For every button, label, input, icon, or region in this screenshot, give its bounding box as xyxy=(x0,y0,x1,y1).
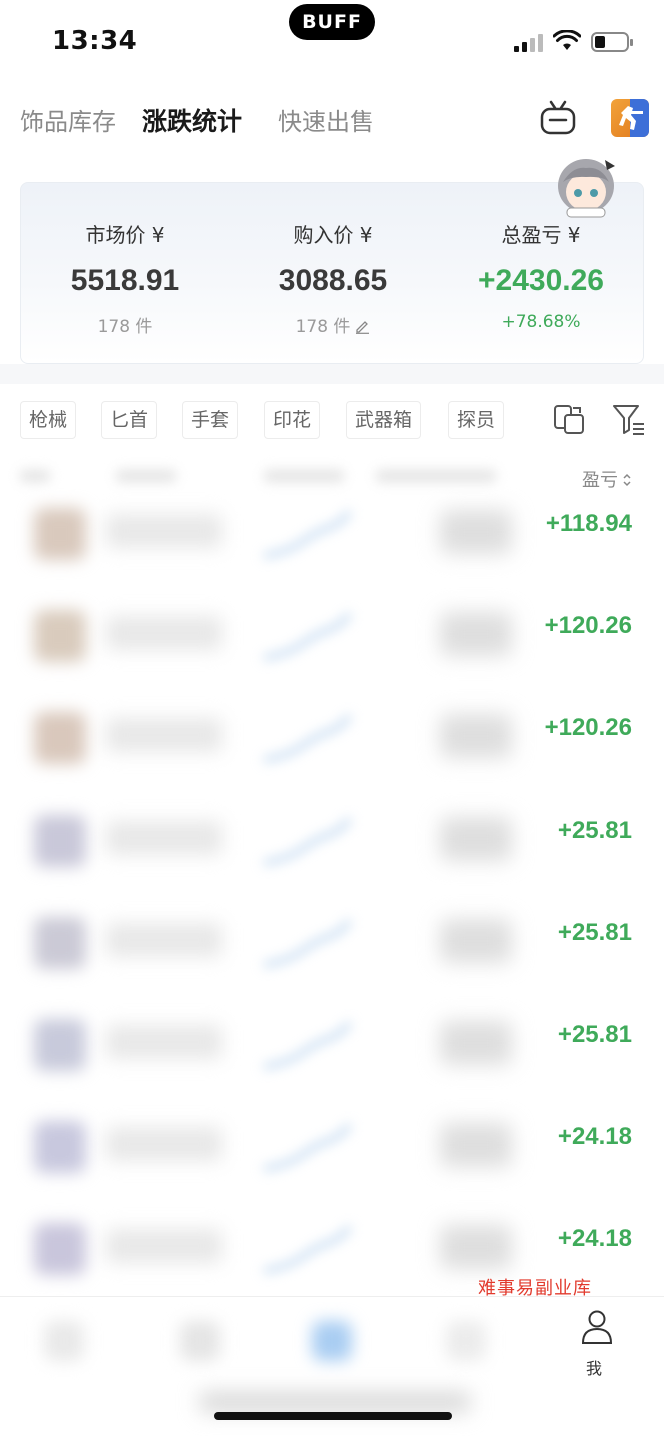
item-price-blurred xyxy=(440,612,512,656)
item-name-blurred xyxy=(106,923,222,957)
purchase-count-wrap[interactable]: 178 件 xyxy=(229,312,437,337)
purchase-price-label: 购入价 ¥ xyxy=(293,223,373,247)
status-time: 13:34 xyxy=(52,26,138,56)
summary-market: 市场价 ¥ 5518.91 178 件 xyxy=(21,219,229,337)
summary-card: 市场价 ¥ 5518.91 178 件 购入价 ¥ 3088.65 178 件 … xyxy=(20,182,644,364)
list-item[interactable]: +118.94 xyxy=(0,486,664,588)
item-thumbnail xyxy=(34,1223,86,1275)
filter-chip-agents[interactable]: 探员 xyxy=(448,401,505,439)
item-thumbnail xyxy=(34,712,86,764)
summary-profit: 总盈亏 ¥ +2430.26 +78.68% xyxy=(437,219,645,332)
item-thumbnail xyxy=(34,610,86,662)
list-item[interactable]: +25.81 xyxy=(0,997,664,1099)
filter-icon[interactable] xyxy=(612,402,646,436)
battery-icon xyxy=(591,32,633,52)
item-profit: +120.26 xyxy=(544,714,632,741)
item-thumbnail xyxy=(34,1121,86,1173)
filter-chip-stickers[interactable]: 印花 xyxy=(264,401,321,439)
item-name-blurred xyxy=(106,616,222,650)
divider-band xyxy=(0,364,664,384)
tab-blurred-2[interactable] xyxy=(180,1321,220,1361)
total-profit-value: +2430.26 xyxy=(478,264,604,297)
item-profit: +25.81 xyxy=(557,817,632,844)
item-price-blurred xyxy=(440,510,512,554)
total-profit-label: 总盈亏 ¥ xyxy=(501,223,581,247)
market-price-label: 市场价 ¥ xyxy=(85,223,165,247)
item-profit: +120.26 xyxy=(544,612,632,639)
item-price-blurred xyxy=(440,1021,512,1065)
tab-price-stats[interactable]: 涨跌统计 xyxy=(142,102,242,138)
item-profit: +118.94 xyxy=(545,510,632,537)
item-thumbnail xyxy=(34,815,86,867)
list-item[interactable]: +120.26 xyxy=(0,588,664,690)
item-name-blurred xyxy=(106,1127,222,1161)
item-name-blurred xyxy=(106,718,222,752)
sort-arrows-icon xyxy=(623,473,631,487)
total-profit-percent: +78.68% xyxy=(501,312,581,332)
tab-blurred-4[interactable] xyxy=(446,1321,486,1361)
item-thumbnail xyxy=(34,1019,86,1071)
item-thumbnail xyxy=(34,508,86,560)
robot-icon[interactable] xyxy=(538,100,578,136)
price-trend-sparkline xyxy=(263,1123,352,1172)
profile-icon[interactable] xyxy=(580,1309,614,1345)
price-trend-sparkline xyxy=(263,612,352,661)
market-price-value: 5518.91 xyxy=(70,264,180,297)
wifi-icon xyxy=(553,30,581,50)
item-name-blurred xyxy=(106,821,222,855)
price-trend-sparkline xyxy=(263,919,352,968)
item-profit: +25.81 xyxy=(557,919,632,946)
item-price-blurred xyxy=(440,817,512,861)
game-switch-icon[interactable] xyxy=(611,99,649,137)
item-price-blurred xyxy=(440,714,512,758)
transfer-icon[interactable] xyxy=(552,402,586,436)
item-name-blurred xyxy=(106,514,222,548)
item-thumbnail xyxy=(34,917,86,969)
item-price-blurred xyxy=(440,1225,512,1269)
market-count: 178 件 xyxy=(97,317,153,337)
edit-pencil-icon[interactable] xyxy=(354,318,370,334)
gesture-shadow xyxy=(200,1392,470,1412)
filter-chip-knives[interactable]: 匕首 xyxy=(101,401,158,439)
status-bar: 13:34 BUFF xyxy=(0,0,664,80)
item-name-blurred xyxy=(106,1229,222,1263)
price-trend-sparkline xyxy=(263,1021,352,1070)
price-trend-sparkline xyxy=(263,1225,352,1274)
list-item[interactable]: +25.81 xyxy=(0,793,664,895)
item-name-blurred xyxy=(106,1025,222,1059)
item-price-blurred xyxy=(440,1123,512,1167)
tab-blurred-3[interactable] xyxy=(312,1321,352,1361)
price-trend-sparkline xyxy=(263,817,352,866)
item-profit: +24.18 xyxy=(557,1123,632,1150)
item-price-blurred xyxy=(440,919,512,963)
tab-blurred-1[interactable] xyxy=(44,1321,84,1361)
price-trend-sparkline xyxy=(263,510,352,559)
list-item[interactable]: +24.18 xyxy=(0,1099,664,1201)
mascot-avatar[interactable] xyxy=(553,152,623,218)
purchase-count: 178 件 xyxy=(295,317,351,337)
list-item[interactable]: +25.81 xyxy=(0,895,664,997)
filter-chip-cases[interactable]: 武器箱 xyxy=(346,401,422,439)
tab-quick-sell[interactable]: 快速出售 xyxy=(278,102,374,137)
list-item[interactable]: +120.26 xyxy=(0,690,664,792)
item-profit: +25.81 xyxy=(557,1021,632,1048)
tab-me-label[interactable]: 我 xyxy=(586,1355,602,1379)
dynamic-island: BUFF xyxy=(289,4,375,40)
filter-chip-gloves[interactable]: 手套 xyxy=(182,401,239,439)
home-indicator xyxy=(214,1412,452,1420)
filter-chip-guns[interactable]: 枪械 xyxy=(20,401,77,439)
item-profit: +24.18 xyxy=(557,1225,632,1252)
tab-inventory[interactable]: 饰品库存 xyxy=(20,102,116,137)
summary-purchase: 购入价 ¥ 3088.65 178 件 xyxy=(229,219,437,337)
purchase-price-value: 3088.65 xyxy=(278,264,388,297)
signal-icon xyxy=(514,32,546,52)
price-trend-sparkline xyxy=(263,714,352,763)
